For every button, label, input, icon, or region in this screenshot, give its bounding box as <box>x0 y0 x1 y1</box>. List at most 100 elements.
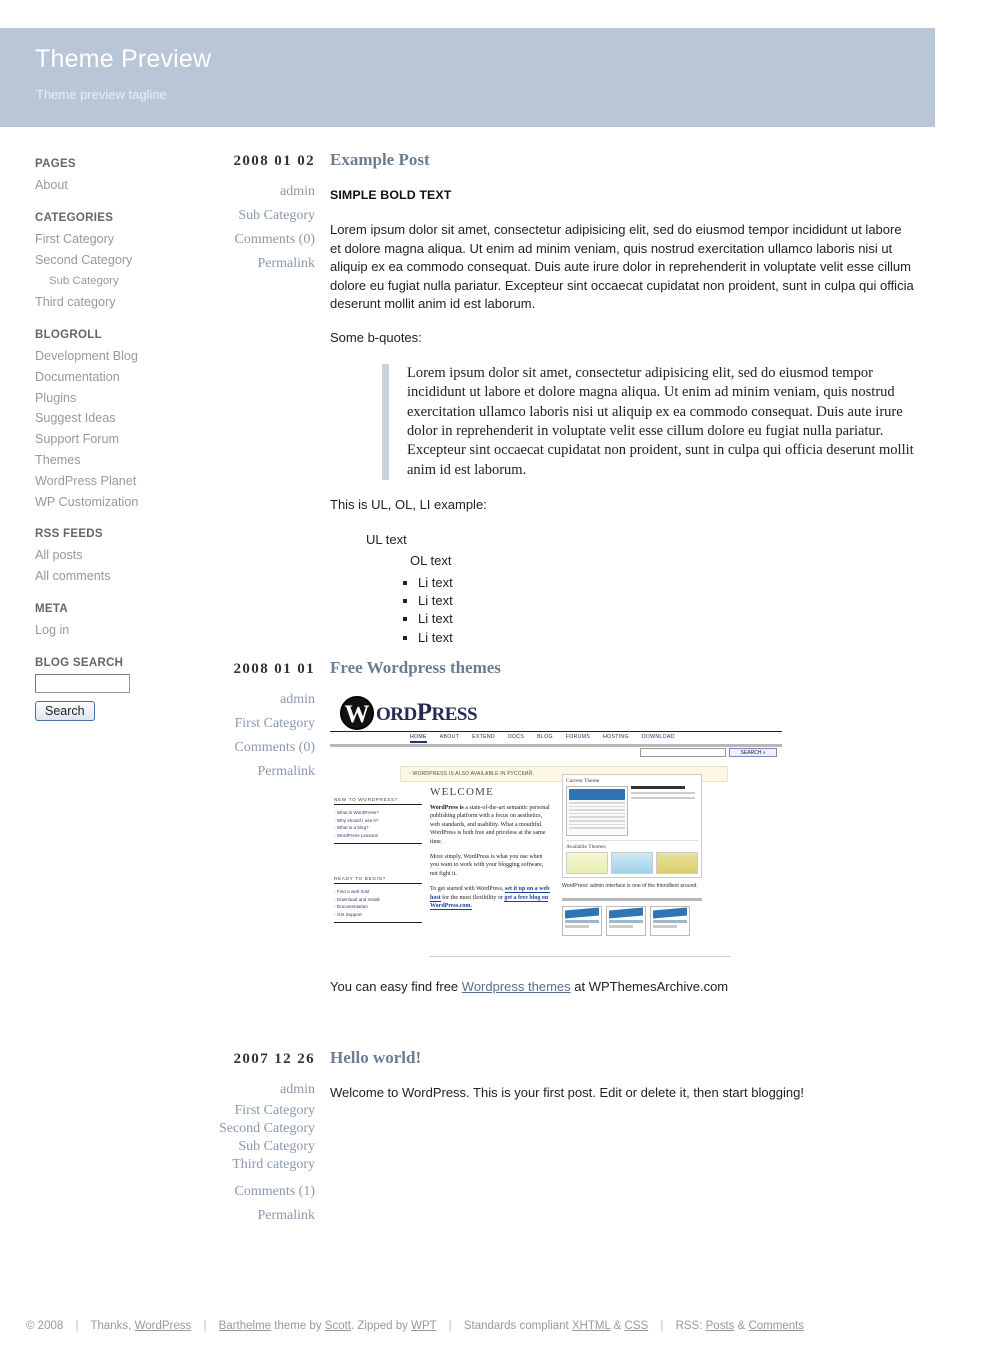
post-author[interactable]: admin <box>215 1078 315 1102</box>
site-title[interactable]: Theme Preview <box>35 45 211 74</box>
list-item[interactable]: All posts <box>35 545 215 566</box>
sidebar-item-development-blog[interactable]: Development Blog <box>35 349 138 363</box>
sidebar-item-third-category[interactable]: Third category <box>35 295 116 309</box>
nav-hosting[interactable]: HOSTING <box>603 734 629 743</box>
gallery-thumb-1[interactable] <box>562 906 602 936</box>
list-item[interactable]: Third category <box>35 292 215 313</box>
list-item[interactable]: Support Forum <box>35 429 215 450</box>
main-content: 2008 01 02 admin Sub Category Comments (… <box>215 150 915 1223</box>
sidebar-item-first-category[interactable]: First Category <box>35 232 114 246</box>
footer-wpt-link[interactable]: WPT <box>411 1320 436 1332</box>
footer-theme-link[interactable]: Barthelme <box>219 1320 271 1332</box>
wordpress-homepage-screenshot: W ORDPRESS HOME ABOUT EXTEND DOCS BLOG F… <box>330 694 782 964</box>
footer-wordpress-link[interactable]: WordPress <box>135 1320 192 1332</box>
sidebar-item-all-comments[interactable]: All comments <box>35 569 111 583</box>
theme-thumb-almost-spring[interactable] <box>566 852 608 874</box>
nav-about[interactable]: ABOUT <box>440 734 459 743</box>
post-author[interactable]: admin <box>215 688 315 712</box>
list-item[interactable]: Plugins <box>35 388 215 409</box>
post-title[interactable]: Example Post <box>330 150 915 170</box>
post-comments-link[interactable]: Comments (0) <box>215 736 316 760</box>
sidebar-item-second-category[interactable]: Second Category <box>35 253 132 267</box>
theme-thumb-cut[interactable] <box>656 852 698 874</box>
footer-theme-author-link[interactable]: Scott <box>325 1320 351 1332</box>
list-item[interactable]: Sub Category <box>35 270 215 292</box>
post-category-link-4[interactable]: Third category <box>215 1156 315 1174</box>
nav-home[interactable]: HOME <box>410 734 427 743</box>
post-author[interactable]: admin <box>215 180 315 204</box>
gallery-thumb-3[interactable] <box>650 906 690 936</box>
post-title[interactable]: Free Wordpress themes <box>330 658 915 678</box>
theme-name-bar <box>631 786 685 789</box>
list-item[interactable]: WP Customization <box>35 492 215 513</box>
post-category-link[interactable]: First Category <box>215 712 316 736</box>
sidebar-item-log-in[interactable]: Log in <box>35 623 69 637</box>
list-item[interactable]: Download and Install <box>334 896 422 904</box>
sidebar-item-documentation[interactable]: Documentation <box>35 370 120 384</box>
nav-extend[interactable]: EXTEND <box>472 734 495 743</box>
list-item[interactable]: Log in <box>35 620 215 641</box>
list-item[interactable]: First Category <box>35 229 215 250</box>
post-comments-link[interactable]: Comments (0) <box>215 228 316 252</box>
post-permalink[interactable]: Permalink <box>215 252 315 276</box>
list-item[interactable]: What is WordPress? <box>334 809 422 817</box>
sidebar-heading-blogroll: BLOGROLL <box>35 328 102 341</box>
list-item[interactable]: Documentation <box>334 903 422 911</box>
wordpress-themes-link[interactable]: Wordpress themes <box>462 979 571 994</box>
sidebar-item-plugins[interactable]: Plugins <box>35 391 76 405</box>
list-item[interactable]: Find a web host <box>334 888 422 896</box>
post-comments-link[interactable]: Comments (1) <box>215 1180 316 1204</box>
search-input[interactable] <box>35 673 130 693</box>
sidebar-item-all-posts[interactable]: All posts <box>35 548 83 562</box>
sidebar-item-sub-category[interactable]: Sub Category <box>49 275 119 287</box>
footer-rss-comments-link[interactable]: Comments <box>748 1320 804 1332</box>
sidebar-item-about[interactable]: About <box>35 178 68 192</box>
search-button[interactable]: Search <box>35 700 95 721</box>
list-item[interactable]: WordPress Lessons <box>334 832 422 840</box>
post-permalink[interactable]: Permalink <box>215 1204 315 1228</box>
list-item: Li text <box>418 629 915 647</box>
post-category-link-1[interactable]: First Category <box>215 1102 316 1120</box>
sidebar-item-wp-customization[interactable]: WP Customization <box>35 495 138 509</box>
list-item[interactable]: What is a blog? <box>334 824 422 832</box>
nav-docs[interactable]: DOCS <box>508 734 524 743</box>
list-item[interactable]: Documentation <box>35 367 215 388</box>
sidebar-item-support-forum[interactable]: Support Forum <box>35 432 119 446</box>
sidebar-list-meta: Log in <box>35 620 215 641</box>
sidebar-item-themes[interactable]: Themes <box>35 453 81 467</box>
sidebar-list-blogroll: Development Blog Documentation Plugins S… <box>35 346 215 512</box>
post-category-link[interactable]: Sub Category <box>215 204 315 228</box>
gallery-thumb-2[interactable] <box>606 906 646 936</box>
sidebar-item-suggest-ideas[interactable]: Suggest Ideas <box>35 411 116 425</box>
post-permalink[interactable]: Permalink <box>215 760 315 784</box>
footer-xhtml-link[interactable]: XHTML <box>572 1320 611 1332</box>
list-item[interactable]: Why should I use it? <box>334 817 422 825</box>
post-title[interactable]: Hello world! <box>330 1048 915 1068</box>
list-item[interactable]: Development Blog <box>35 346 215 367</box>
post-title-link[interactable]: Free Wordpress themes <box>330 658 501 677</box>
list-item[interactable]: All comments <box>35 566 215 587</box>
post-title-link[interactable]: Hello world! <box>330 1048 421 1067</box>
sidebar-heading-pages: PAGES <box>35 158 76 170</box>
footer-rss-posts-link[interactable]: Posts <box>706 1320 735 1332</box>
wp-search-input[interactable] <box>640 748 726 757</box>
sidebar-item-wordpress-planet[interactable]: WordPress Planet <box>35 474 136 488</box>
footer-css-link[interactable]: CSS <box>625 1320 649 1332</box>
post-title-link[interactable]: Example Post <box>330 150 430 169</box>
list-item[interactable]: About <box>35 175 215 196</box>
list-item[interactable]: Get Support <box>334 911 422 919</box>
list-item: Li text <box>418 592 915 610</box>
wp-search-button[interactable]: SEARCH » <box>729 748 777 757</box>
wordpress-nav: HOME ABOUT EXTEND DOCS BLOG FORUMS HOSTI… <box>410 734 675 743</box>
post-category-link-2[interactable]: Second Category <box>215 1120 315 1138</box>
post-category-link-3[interactable]: Sub Category <box>215 1138 315 1156</box>
site-tagline: Theme preview tagline <box>36 87 167 102</box>
nav-forums[interactable]: FORUMS <box>566 734 590 743</box>
list-item[interactable]: Themes <box>35 450 215 471</box>
list-item[interactable]: WordPress Planet <box>35 471 215 492</box>
nav-blog[interactable]: BLOG <box>537 734 553 743</box>
nav-download[interactable]: DOWNLOAD <box>642 734 675 743</box>
list-item[interactable]: Suggest Ideas <box>35 408 215 429</box>
theme-thumb-blix[interactable] <box>611 852 653 874</box>
list-item[interactable]: Second Category <box>35 250 215 271</box>
